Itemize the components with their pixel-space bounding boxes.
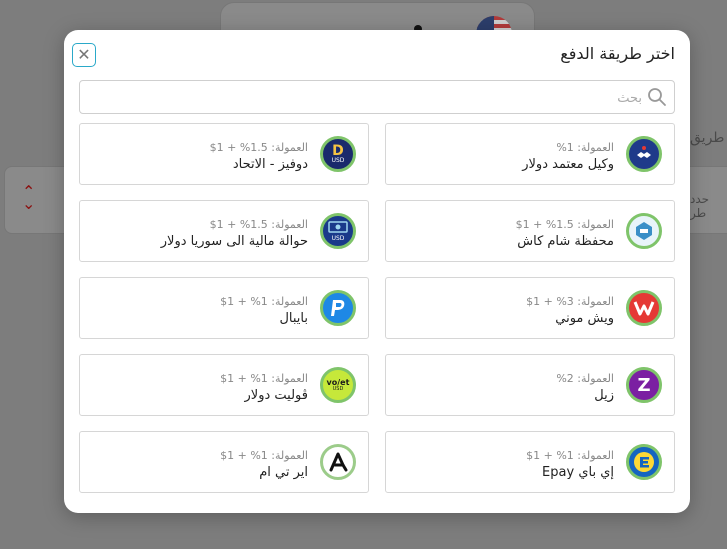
method-name: بايبال bbox=[279, 311, 308, 326]
payment-method-card[interactable]: D USD العمولة: 1.5% + 1$ دوفيز - الاتحاد bbox=[79, 123, 369, 185]
zelle-icon: Z bbox=[626, 367, 662, 403]
method-name: زيل bbox=[594, 388, 614, 403]
airtm-icon bbox=[320, 444, 356, 480]
method-name: ويش موني bbox=[555, 311, 614, 326]
paypal-icon bbox=[320, 290, 356, 326]
money-transfer-icon: USD bbox=[320, 213, 356, 249]
method-name: محفظة شام كاش bbox=[517, 234, 614, 249]
method-name: ڤوليت دولار bbox=[244, 388, 308, 403]
epay-icon bbox=[626, 444, 662, 480]
handshake-icon bbox=[626, 136, 662, 172]
payment-method-card[interactable]: vo/et USD العمولة: 1% + 1$ ڤوليت دولار bbox=[79, 354, 369, 416]
background-side-select: حدد طر bbox=[690, 192, 710, 220]
payment-method-card[interactable]: العمولة: 1% وكيل معتمد دولار bbox=[385, 123, 675, 185]
sort-arrows-icon: ⌃ ⌄ bbox=[22, 182, 36, 213]
payment-method-card[interactable]: العمولة: 1% + 1$ بايبال bbox=[79, 277, 369, 339]
search-icon bbox=[648, 88, 666, 106]
method-name: دوفيز - الاتحاد bbox=[232, 157, 308, 172]
fee-label: العمولة: 1% + 1$ bbox=[220, 295, 308, 308]
payment-method-modal: ✕ اختر طريقة الدفع العمولة: 1% وكيل معتم… bbox=[64, 30, 690, 513]
fee-label: العمولة: 1% + 1$ bbox=[220, 449, 308, 462]
method-name: حوالة مالية الى سوريا دولار bbox=[160, 234, 308, 249]
fee-label: العمولة: 1.5% + 1$ bbox=[515, 218, 614, 231]
fee-label: العمولة: 1.5% + 1$ bbox=[209, 141, 308, 154]
method-name: إي باي Epay bbox=[542, 465, 614, 480]
payment-method-card[interactable]: العمولة: 1% + 1$ إي باي Epay bbox=[385, 431, 675, 493]
payment-method-card[interactable]: Z العمولة: 2% زيل bbox=[385, 354, 675, 416]
method-name: اير تي ام bbox=[259, 465, 308, 480]
payment-method-card[interactable]: العمولة: 1% + 1$ اير تي ام bbox=[79, 431, 369, 493]
modal-title: اختر طريقة الدفع bbox=[560, 44, 675, 63]
payment-method-card[interactable]: USD العمولة: 1.5% + 1$ حوالة مالية الى س… bbox=[79, 200, 369, 262]
fee-label: العمولة: 1% + 1$ bbox=[220, 372, 308, 385]
fee-label: العمولة: 1.5% + 1$ bbox=[209, 218, 308, 231]
fee-label: العمولة: 1% + 1$ bbox=[526, 449, 614, 462]
fee-label: العمولة: 3% + 1$ bbox=[526, 295, 614, 308]
sham-cash-icon bbox=[626, 213, 662, 249]
payment-method-card[interactable]: العمولة: 3% + 1$ ويش موني bbox=[385, 277, 675, 339]
background-side-label: طريق bbox=[690, 130, 725, 146]
fee-label: العمولة: 1% bbox=[556, 141, 614, 154]
volet-icon: vo/et USD bbox=[320, 367, 356, 403]
payment-method-card[interactable]: العمولة: 1.5% + 1$ محفظة شام كاش bbox=[385, 200, 675, 262]
close-button[interactable]: ✕ bbox=[72, 43, 96, 67]
dovise-icon: D USD bbox=[320, 136, 356, 172]
search-input[interactable] bbox=[100, 82, 644, 114]
wish-money-icon bbox=[626, 290, 662, 326]
search-box bbox=[79, 80, 675, 114]
close-icon: ✕ bbox=[77, 45, 91, 64]
method-name: وكيل معتمد دولار bbox=[522, 157, 614, 172]
fee-label: العمولة: 2% bbox=[556, 372, 614, 385]
